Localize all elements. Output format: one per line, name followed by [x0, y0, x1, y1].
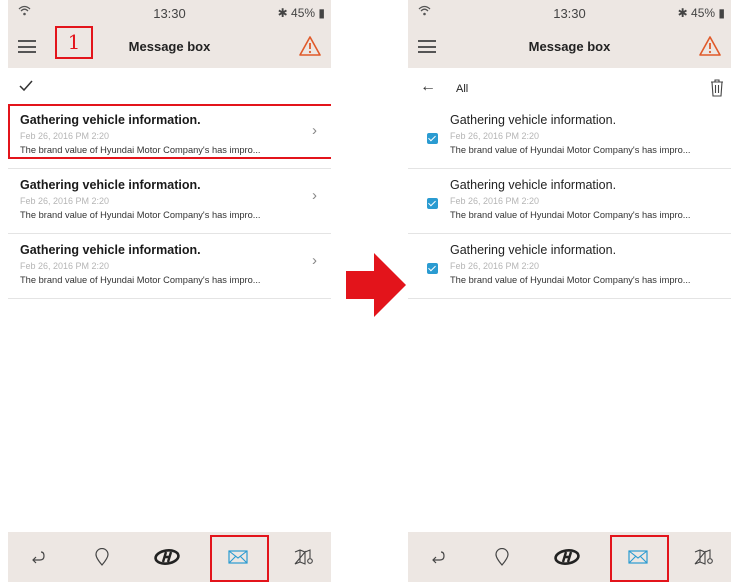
message-title: Gathering vehicle information.: [450, 113, 617, 127]
message-box-screen-after: 13:30 ✱ 45% ▮ Message box ← All Gatherin…: [408, 0, 731, 582]
message-title: Gathering vehicle information.: [20, 178, 201, 192]
map-icon[interactable]: [276, 532, 331, 582]
bluetooth-icon: ✱: [677, 6, 688, 20]
hyundai-logo-icon[interactable]: [139, 532, 195, 582]
message-list-item[interactable]: Gathering vehicle information. Feb 26, 2…: [8, 234, 331, 299]
back-arrow-icon[interactable]: ←: [420, 78, 436, 96]
bluetooth-icon: ✱: [277, 6, 288, 20]
select-checkmark-icon[interactable]: [18, 78, 34, 94]
highlight-mail-box: [210, 535, 269, 582]
message-box-screen-before: 13:30 ✱ 45% ▮ Message box Gathering vehi…: [8, 0, 331, 582]
message-preview: The brand value of Hyundai Motor Company…: [450, 210, 691, 220]
battery-icon: ▮: [318, 6, 325, 20]
message-preview: The brand value of Hyundai Motor Company…: [450, 145, 691, 155]
warning-icon[interactable]: [299, 35, 321, 57]
step-marker-box: 1: [55, 26, 93, 59]
message-checkbox[interactable]: [427, 198, 438, 209]
message-title: Gathering vehicle information.: [20, 243, 201, 257]
bottom-nav: [8, 532, 331, 582]
chevron-right-icon: ›: [312, 252, 317, 269]
message-list-item[interactable]: Gathering vehicle information. Feb 26, 2…: [408, 104, 731, 169]
message-list-item[interactable]: Gathering vehicle information. Feb 26, 2…: [408, 169, 731, 234]
hyundai-logo-icon[interactable]: [539, 532, 595, 582]
highlight-mail-box: [610, 535, 669, 582]
highlight-message-box: [8, 104, 331, 159]
page-title: Message box: [528, 39, 611, 54]
message-date: Feb 26, 2016 PM 2:20: [20, 196, 110, 206]
message-date: Feb 26, 2016 PM 2:20: [20, 261, 110, 271]
return-icon[interactable]: [410, 532, 466, 582]
location-pin-icon[interactable]: [474, 532, 530, 582]
location-pin-icon[interactable]: [74, 532, 130, 582]
message-checkbox[interactable]: [427, 263, 438, 274]
message-date: Feb 26, 2016 PM 2:20: [450, 131, 540, 141]
select-all-label[interactable]: All: [456, 83, 468, 95]
trash-icon[interactable]: [709, 78, 725, 98]
bottom-nav: [408, 532, 731, 582]
message-preview: The brand value of Hyundai Motor Company…: [20, 210, 261, 220]
battery-icon: ▮: [718, 6, 725, 20]
message-preview: The brand value of Hyundai Motor Company…: [450, 275, 691, 285]
message-date: Feb 26, 2016 PM 2:20: [450, 196, 540, 206]
status-bar: 13:30 ✱ 45% ▮: [8, 0, 331, 26]
message-list-item[interactable]: Gathering vehicle information. Feb 26, 2…: [8, 169, 331, 234]
chevron-right-icon: ›: [312, 187, 317, 204]
message-preview: The brand value of Hyundai Motor Company…: [20, 275, 261, 285]
message-title: Gathering vehicle information.: [450, 243, 617, 257]
status-bar: 13:30 ✱ 45% ▮: [408, 0, 731, 26]
message-checkbox[interactable]: [427, 133, 438, 144]
warning-icon[interactable]: [699, 35, 721, 57]
map-icon[interactable]: [676, 532, 731, 582]
message-list-item[interactable]: Gathering vehicle information. Feb 26, 2…: [408, 234, 731, 299]
message-date: Feb 26, 2016 PM 2:20: [450, 261, 540, 271]
battery-indicator: ✱ 45% ▮: [678, 6, 725, 20]
message-title: Gathering vehicle information.: [450, 178, 617, 192]
transition-arrow-icon: [346, 253, 406, 317]
battery-percent: 45%: [291, 6, 316, 20]
select-mode-row: [8, 72, 331, 102]
step-number-label: 1: [67, 30, 81, 54]
battery-percent: 45%: [691, 6, 716, 20]
selection-toolbar: ← All: [408, 76, 731, 104]
app-bar: Message box: [408, 26, 731, 68]
return-icon[interactable]: [10, 532, 66, 582]
battery-indicator: ✱ 45% ▮: [278, 6, 325, 20]
